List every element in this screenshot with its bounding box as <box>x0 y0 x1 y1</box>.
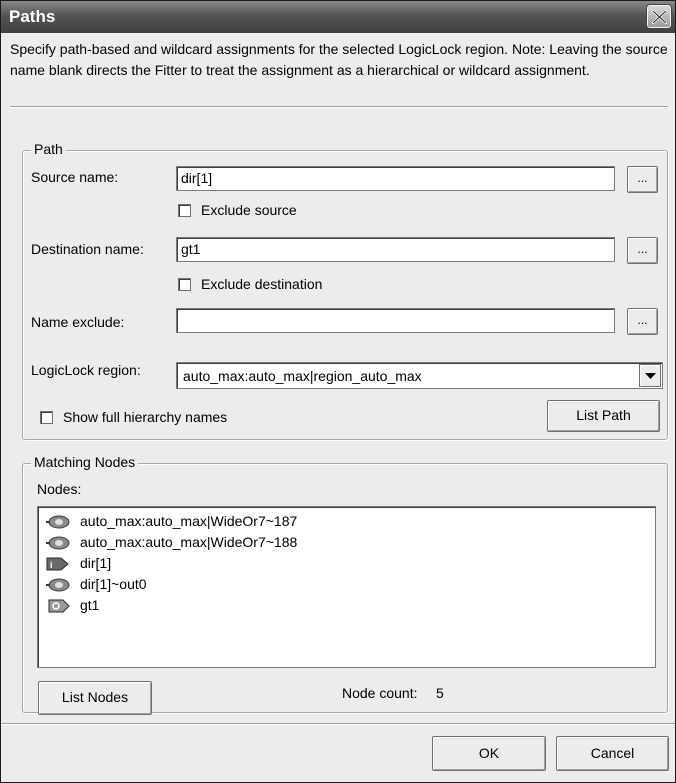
node-name: auto_max:auto_max|WideOr7~187 <box>80 513 298 529</box>
node-name: auto_max:auto_max|WideOr7~188 <box>80 534 298 550</box>
combinational-node-icon <box>46 515 70 529</box>
path-group: Path <box>22 141 668 440</box>
node-name: dir[1] <box>80 555 112 571</box>
node-count-label: Node count: <box>342 685 418 701</box>
path-group-legend: Path <box>31 141 66 157</box>
destination-name-input[interactable]: gt1 <box>176 237 615 262</box>
chevron-down-icon <box>645 373 656 379</box>
logiclock-region-value: auto_max:auto_max|region_auto_max <box>183 368 422 384</box>
output-pin-icon <box>48 599 70 613</box>
node-name: dir[1]~out0 <box>80 576 147 592</box>
list-nodes-button[interactable]: List Nodes <box>38 681 152 715</box>
dialog-title: Paths <box>9 7 56 26</box>
show-hierarchy-checkbox[interactable] <box>40 411 53 424</box>
node-count-value: 5 <box>436 685 444 701</box>
paths-dialog: Paths Specify path-based and wildcard as… <box>0 0 676 783</box>
source-name-input[interactable]: dir[1] <box>176 166 615 191</box>
nodes-listbox[interactable]: auto_max:auto_max|WideOr7~187 auto_max:a… <box>37 506 656 668</box>
combinational-node-icon <box>46 536 70 550</box>
exclude-source-checkbox[interactable] <box>178 204 191 217</box>
footer-divider <box>1 723 675 725</box>
title-bar[interactable]: Paths <box>1 1 675 33</box>
exclude-destination-checkbox[interactable] <box>178 278 191 291</box>
exclude-source-label: Exclude source <box>201 202 297 218</box>
source-name-label: Source name: <box>31 169 119 185</box>
exclude-destination-row[interactable]: Exclude destination <box>178 276 322 292</box>
logiclock-region-label: LogicLock region: <box>31 362 141 378</box>
exclude-source-row[interactable]: Exclude source <box>178 202 297 218</box>
list-path-button[interactable]: List Path <box>547 400 660 432</box>
close-icon <box>652 10 667 24</box>
exclude-destination-label: Exclude destination <box>201 276 323 292</box>
logiclock-region-select[interactable]: auto_max:auto_max|region_auto_max <box>176 362 663 389</box>
destination-name-label: Destination name: <box>31 241 144 257</box>
destination-browse-button[interactable]: ... <box>627 237 658 264</box>
dropdown-arrow-button[interactable] <box>639 364 661 387</box>
combinational-node-icon <box>46 578 70 592</box>
matching-nodes-legend: Matching Nodes <box>31 454 139 470</box>
cancel-button[interactable]: Cancel <box>556 736 669 771</box>
show-hierarchy-row[interactable]: Show full hierarchy names <box>40 409 227 425</box>
dialog-description: Specify path-based and wildcard assignme… <box>10 41 668 78</box>
show-hierarchy-label: Show full hierarchy names <box>63 409 228 425</box>
node-name: gt1 <box>80 597 100 613</box>
name-exclude-browse-button[interactable]: ... <box>627 308 658 335</box>
name-exclude-label: Name exclude: <box>31 314 125 330</box>
source-browse-button[interactable]: ... <box>627 166 658 193</box>
nodes-label: Nodes: <box>37 481 82 497</box>
ok-button[interactable]: OK <box>432 736 546 771</box>
description-divider <box>10 106 668 108</box>
svg-text:i: i <box>50 560 53 570</box>
close-button[interactable] <box>647 5 671 28</box>
name-exclude-input[interactable] <box>176 308 615 333</box>
input-pin-icon: i <box>46 557 69 571</box>
